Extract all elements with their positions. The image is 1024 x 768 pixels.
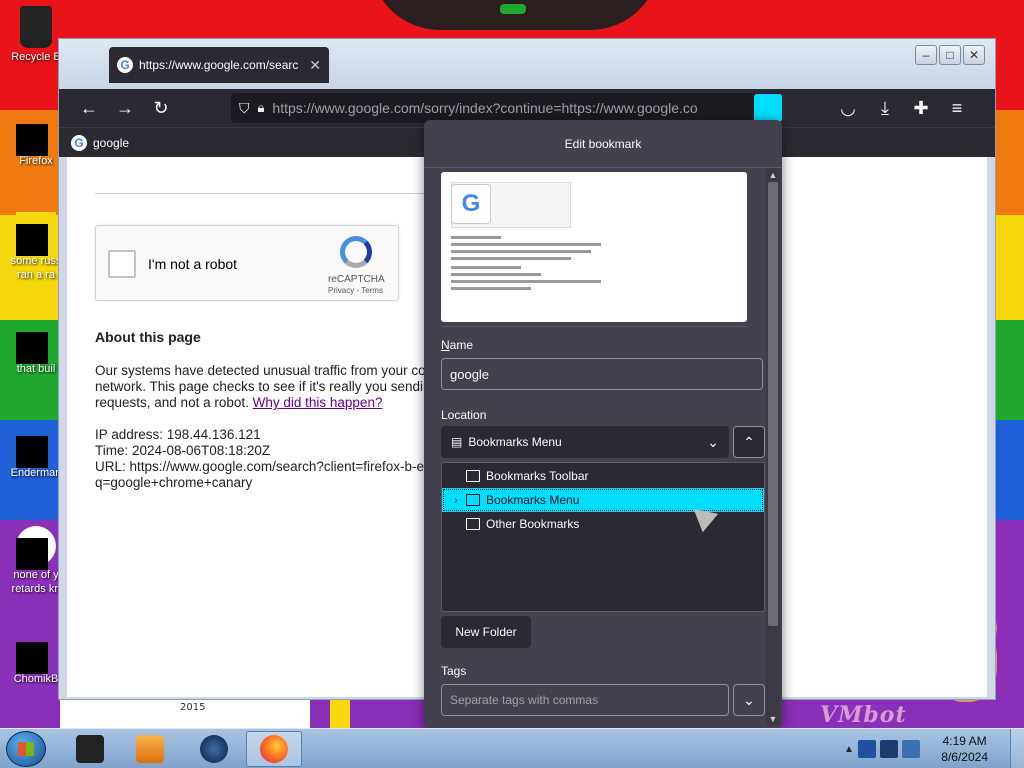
url-text[interactable]: https://www.google.com/sorry/index?conti…	[272, 100, 752, 116]
name-label: Name	[441, 338, 474, 352]
reload-icon[interactable]: ↻	[149, 96, 173, 120]
scrollbar-thumb[interactable]	[768, 182, 778, 626]
shield-icon[interactable]: ⛉	[239, 100, 250, 117]
tree-item-bookmarks-menu[interactable]: › Bookmarks Menu	[442, 488, 764, 512]
page-preview-thumbnail: G	[441, 172, 747, 322]
system-tray: ▲	[842, 729, 1024, 768]
about-heading: About this page	[95, 329, 201, 345]
tags-label: Tags	[441, 664, 467, 678]
taskbar: ▲ 4:19 AM 8/6/2024	[0, 728, 1024, 768]
windows-logo-icon	[18, 742, 34, 756]
ip-line: IP address: 198.44.136.121	[95, 427, 261, 442]
recaptcha-checkbox[interactable]	[108, 250, 136, 278]
black-box-icon	[76, 735, 104, 763]
shortcut-icon	[16, 630, 56, 674]
wallpaper-vmbot-text: VMbot	[820, 702, 907, 728]
shortcut-icon	[16, 424, 56, 468]
taskbar-app-3[interactable]	[186, 731, 242, 767]
pocket-icon[interactable]: ◡	[836, 96, 860, 120]
chevron-down-icon: ⌄	[743, 691, 755, 708]
url-bar[interactable]: ⛉ 🔒︎ https://www.google.com/sorry/index?…	[231, 93, 781, 123]
why-link[interactable]: Why did this happen?	[253, 395, 383, 410]
tags-dropdown-button[interactable]: ⌄	[733, 684, 765, 716]
edit-bookmark-panel: Edit bookmark ▲ ▼ G Name Location ▤ Book…	[424, 120, 782, 728]
url-line: URL: https://www.google.com/search?clien…	[95, 459, 434, 474]
start-button[interactable]	[6, 731, 46, 767]
maximize-button[interactable]: □	[939, 45, 961, 65]
title-bar: G https://www.google.com/searc ✕ – □ ✕	[59, 39, 995, 89]
location-label: Location	[441, 408, 487, 422]
shortcut-icon	[16, 320, 56, 364]
tree-item-bookmarks-toolbar[interactable]: Bookmarks Toolbar	[442, 464, 764, 488]
panel-scrollbar[interactable]: ▲ ▼	[766, 168, 780, 726]
about-paragraph: Our systems have detected unusual traffi…	[95, 363, 435, 410]
recaptcha-terms-link[interactable]: Privacy - Terms	[328, 286, 383, 295]
media-player-icon	[136, 735, 164, 763]
bookmark-name-input[interactable]	[441, 358, 763, 390]
divider	[441, 326, 747, 327]
google-favicon-icon: G	[117, 57, 133, 73]
scroll-up-icon[interactable]: ▲	[766, 170, 780, 180]
tray-icon-3[interactable]	[902, 740, 920, 758]
request-info: IP address: 198.44.136.121 Time: 2024-08…	[95, 427, 433, 491]
firefox-icon	[260, 735, 288, 763]
bookmarks-menu-icon: ▤	[451, 435, 463, 449]
lock-icon[interactable]: 🔒︎	[258, 100, 265, 116]
firefox-icon	[16, 112, 56, 156]
bookmark-google[interactable]: google	[93, 136, 129, 150]
globe-icon	[200, 735, 228, 763]
location-select[interactable]: ▤ Bookmarks Menu ⌄	[441, 426, 729, 458]
url-line-2: q=google+chrome+canary	[95, 475, 253, 490]
back-icon[interactable]: ←	[77, 96, 101, 120]
menu-folder-icon	[466, 494, 480, 506]
wallpaper-bottom-art: 2015	[60, 696, 350, 728]
minimize-button[interactable]: –	[915, 45, 937, 65]
recaptcha-logo-icon	[340, 236, 372, 268]
panel-title: Edit bookmark	[424, 120, 782, 168]
tray-expand-icon[interactable]: ▲	[842, 744, 856, 755]
bookmark-star-button[interactable]	[754, 94, 782, 122]
tray-icon-1[interactable]	[858, 740, 876, 758]
recaptcha-brand: reCAPTCHA	[328, 274, 385, 285]
time-line: Time: 2024-08-06T08:18:20Z	[95, 443, 271, 458]
show-desktop-button[interactable]	[1010, 729, 1024, 768]
wallpaper-top-art	[370, 0, 660, 30]
tab-title: https://www.google.com/searc	[139, 58, 299, 72]
chevron-up-icon: ⌃	[743, 433, 755, 450]
folder-tree: Bookmarks Toolbar › Bookmarks Menu Other…	[441, 462, 765, 612]
folder-icon	[466, 518, 480, 530]
taskbar-firefox[interactable]	[246, 731, 302, 767]
taskbar-media-player[interactable]	[122, 731, 178, 767]
toolbar-folder-icon	[466, 470, 480, 482]
network-icon[interactable]	[880, 740, 898, 758]
tags-input[interactable]	[441, 684, 729, 716]
chevron-down-icon: ⌄	[707, 433, 719, 450]
divider	[95, 193, 429, 194]
folder-tree-toggle-button[interactable]: ⌃	[733, 426, 765, 458]
google-favicon-icon: G	[71, 134, 87, 151]
wallpaper-year: 2015	[180, 702, 206, 713]
clock-date: 8/6/2024	[941, 750, 988, 764]
close-window-button[interactable]: ✕	[963, 45, 985, 65]
extensions-icon[interactable]: ✚	[909, 96, 933, 120]
shortcut-icon	[16, 526, 56, 570]
clock-time: 4:19 AM	[942, 734, 987, 748]
window-controls: – □ ✕	[915, 45, 985, 65]
tab-close-icon[interactable]: ✕	[309, 57, 321, 74]
forward-icon[interactable]: →	[113, 96, 137, 120]
scroll-down-icon[interactable]: ▼	[766, 714, 780, 724]
recaptcha-widget: I'm not a robot reCAPTCHA Privacy - Term…	[95, 225, 399, 301]
menu-icon[interactable]: ≡	[945, 96, 969, 120]
chevron-right-icon[interactable]: ›	[448, 495, 464, 506]
clock[interactable]: 4:19 AM 8/6/2024	[941, 733, 988, 765]
recycle-bin-icon	[20, 6, 52, 48]
recaptcha-label: I'm not a robot	[148, 256, 238, 272]
new-folder-button[interactable]: New Folder	[441, 616, 531, 648]
downloads-icon[interactable]: ⤓	[873, 96, 897, 120]
shortcut-icon	[16, 212, 56, 256]
browser-tab[interactable]: G https://www.google.com/searc ✕	[109, 47, 329, 83]
taskbar-app-1[interactable]	[62, 731, 118, 767]
